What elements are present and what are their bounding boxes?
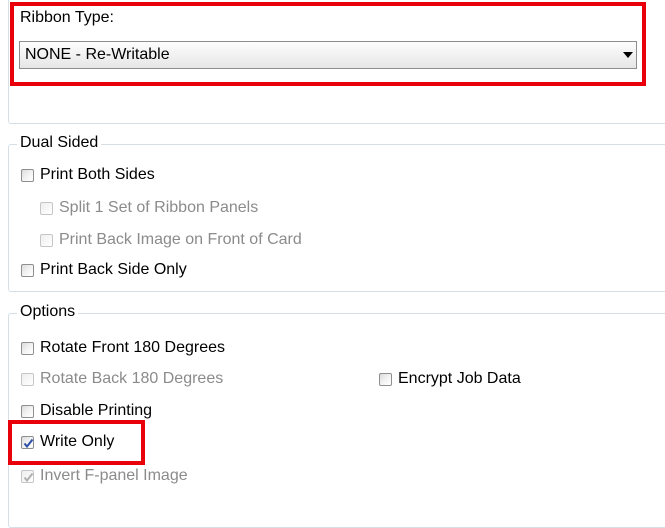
- disable-printing-checkbox[interactable]: Disable Printing: [21, 401, 152, 421]
- checkbox-box[interactable]: [21, 372, 34, 386]
- checkbox-label: Invert F-panel Image: [40, 467, 188, 484]
- checkbox-box[interactable]: [40, 233, 53, 247]
- rotate-back-checkbox[interactable]: Rotate Back 180 Degrees: [21, 369, 223, 389]
- options-legend: Options: [17, 303, 79, 321]
- invert-f-panel-checkbox[interactable]: Invert F-panel Image: [21, 466, 188, 486]
- print-back-side-only-checkbox[interactable]: Print Back Side Only: [21, 260, 187, 280]
- checkbox-box[interactable]: [40, 201, 53, 215]
- write-only-highlight-box: [8, 420, 145, 465]
- checkbox-label: Disable Printing: [40, 402, 153, 419]
- checkbox-label: Print Both Sides: [40, 166, 155, 183]
- checkbox-box[interactable]: [21, 263, 34, 277]
- checkbox-label: Print Back Image on Front of Card: [59, 231, 302, 248]
- checkbox-box[interactable]: [21, 168, 34, 182]
- ribbon-highlight-box: [10, 2, 646, 86]
- split-ribbon-panels-checkbox[interactable]: Split 1 Set of Ribbon Panels: [40, 198, 258, 218]
- checkbox-box[interactable]: [21, 404, 34, 418]
- rotate-front-checkbox[interactable]: Rotate Front 180 Degrees: [21, 338, 225, 358]
- checkbox-box[interactable]: [21, 341, 34, 355]
- checkbox-box[interactable]: [21, 469, 34, 483]
- checkbox-label: Rotate Back 180 Degrees: [40, 370, 224, 387]
- checkbox-label: Rotate Front 180 Degrees: [40, 339, 225, 356]
- checkbox-label: Print Back Side Only: [40, 261, 187, 278]
- checkmark-icon: [23, 472, 34, 482]
- dual-sided-legend: Dual Sided: [17, 134, 102, 152]
- print-back-on-front-checkbox[interactable]: Print Back Image on Front of Card: [40, 230, 302, 250]
- checkbox-label: Encrypt Job Data: [398, 370, 521, 387]
- checkbox-box[interactable]: [379, 372, 392, 386]
- print-both-sides-checkbox[interactable]: Print Both Sides: [21, 165, 155, 185]
- checkbox-label: Split 1 Set of Ribbon Panels: [59, 199, 259, 216]
- encrypt-job-data-checkbox[interactable]: Encrypt Job Data: [379, 369, 521, 389]
